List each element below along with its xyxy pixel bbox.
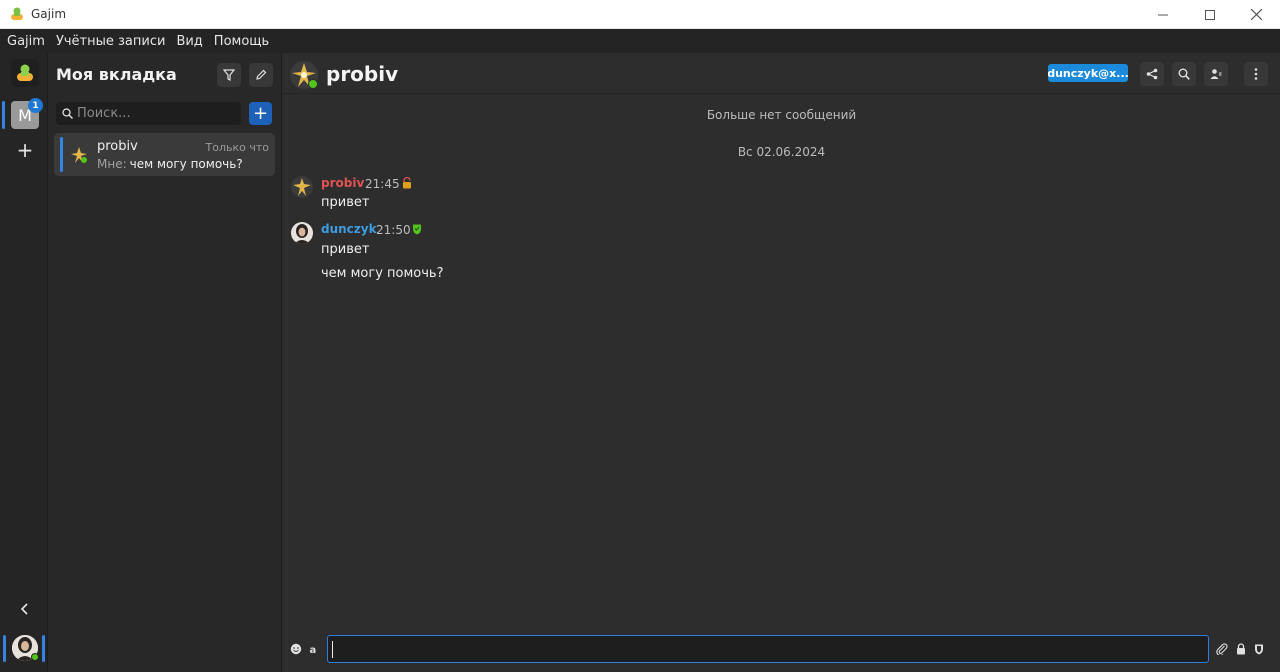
chat-header: probiv dunczyk@x... (283, 53, 1280, 94)
contact-avatar-icon (291, 176, 313, 198)
message-input-field[interactable] (327, 635, 1209, 663)
chat-list-panel: Моя вкладка + probiv Только что Мне:чем … (48, 53, 282, 672)
window-title: Gajim (31, 7, 67, 21)
search-chat-button[interactable] (1172, 62, 1196, 86)
workspace-title: Моя вкладка (56, 65, 177, 84)
avatar-indicator-left (3, 635, 6, 662)
unread-badge: 1 (28, 98, 43, 113)
message-group: probiv 21:45 привет (283, 176, 1280, 216)
contact-avatar-icon (70, 146, 88, 164)
no-more-messages-label: Больше нет сообщений (706, 108, 857, 122)
chat-time: Только что (205, 141, 269, 154)
gajim-logo-icon (17, 64, 33, 81)
paperclip-icon (1216, 643, 1228, 655)
collapse-sidebar-button[interactable] (15, 599, 35, 619)
chat-name: probiv (97, 139, 138, 154)
message-text: привет (321, 242, 370, 257)
search-box[interactable] (56, 102, 241, 125)
lock-icon (1237, 643, 1245, 655)
encrypted-shield-icon (413, 224, 421, 235)
emoji-button[interactable] (289, 642, 303, 656)
online-status-icon (308, 79, 318, 89)
date-separator: Вс 02.06.2024 (737, 145, 826, 159)
new-chat-button[interactable]: + (249, 102, 272, 125)
message-text: привет (321, 195, 370, 210)
share-icon (1146, 68, 1158, 80)
unread-indicator (60, 137, 63, 172)
chat-view: probiv dunczyk@x... Больше нет сообщений… (283, 53, 1280, 672)
chevron-left-icon (20, 603, 28, 615)
account-selected-indicator (2, 101, 5, 129)
account-rail: M 1 + (0, 53, 48, 672)
preview-text: чем могу помочь? (129, 157, 243, 171)
minimize-button[interactable] (1139, 0, 1186, 29)
encryption-button[interactable] (1234, 642, 1248, 656)
account-avatar-button[interactable] (0, 627, 48, 669)
message-author[interactable]: dunczyk (321, 222, 377, 236)
title-bar: Gajim (0, 0, 1280, 29)
attach-file-button[interactable] (1215, 642, 1229, 656)
menu-help[interactable]: Помощь (214, 34, 269, 49)
contact-name[interactable]: probiv (326, 62, 398, 86)
chat-preview: Мне: чем могу помочь? (97, 157, 243, 171)
window-controls (1139, 0, 1280, 29)
unencrypted-lock-icon (403, 177, 411, 189)
start-chat-button[interactable] (11, 59, 39, 87)
search-input[interactable] (77, 106, 227, 121)
contact-details-icon (1210, 69, 1222, 79)
edit-workspace-button[interactable] (249, 63, 273, 87)
add-workspace-button[interactable]: + (14, 138, 36, 162)
avatar-indicator-right (42, 635, 45, 662)
filter-button[interactable] (217, 63, 241, 87)
omemo-button[interactable] (1252, 642, 1266, 656)
close-button[interactable] (1233, 0, 1280, 29)
message-text: чем могу помочь? (321, 266, 444, 281)
format-text-button[interactable]: a (307, 642, 321, 656)
sender-prefix: Мне: (97, 157, 127, 171)
message-time: 21:50 (376, 223, 411, 237)
self-online-status-icon (31, 653, 39, 661)
menu-accounts[interactable]: Учётные записи (56, 34, 166, 49)
menu-bar: Gajim Учётные записи Вид Помощь (0, 29, 1280, 53)
account-chip: dunczyk@x... (1048, 64, 1128, 82)
menu-gajim[interactable]: Gajim (7, 34, 45, 49)
gajim-app-icon (11, 7, 23, 20)
search-icon (62, 108, 73, 119)
search-icon (1178, 68, 1190, 80)
text-caret (332, 641, 333, 658)
shield-icon (1255, 644, 1263, 655)
maximize-button[interactable] (1186, 0, 1233, 29)
message-time: 21:45 (365, 177, 400, 191)
message-author[interactable]: probiv (321, 176, 364, 190)
emoji-icon (290, 643, 302, 655)
minimize-icon (1157, 14, 1168, 15)
maximize-icon (1204, 9, 1215, 20)
filter-icon (223, 69, 235, 81)
menu-view[interactable]: Вид (176, 34, 202, 49)
chat-list-item[interactable]: probiv Только что Мне: чем могу помочь? (54, 133, 275, 176)
format-text-icon: a (310, 645, 317, 655)
message-input[interactable] (328, 636, 1208, 662)
message-input-bar: a (283, 631, 1280, 669)
more-options-button[interactable] (1244, 62, 1268, 86)
close-icon (1251, 9, 1262, 20)
share-button[interactable] (1140, 62, 1164, 86)
user-avatar-icon (291, 222, 313, 244)
svg-text:a: a (310, 645, 317, 655)
contact-details-button[interactable] (1204, 62, 1228, 86)
more-vertical-icon (1254, 68, 1258, 80)
pencil-icon (256, 69, 267, 80)
message-group: dunczyk 21:50 привет чем могу помочь? (283, 222, 1280, 286)
